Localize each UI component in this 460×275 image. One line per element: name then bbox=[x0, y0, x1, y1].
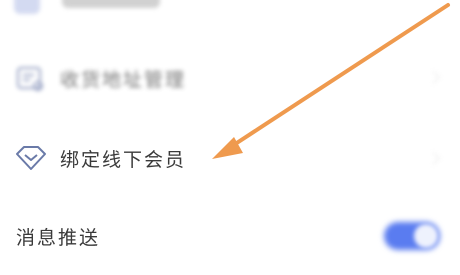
annotation-arrow-icon bbox=[212, 3, 450, 159]
